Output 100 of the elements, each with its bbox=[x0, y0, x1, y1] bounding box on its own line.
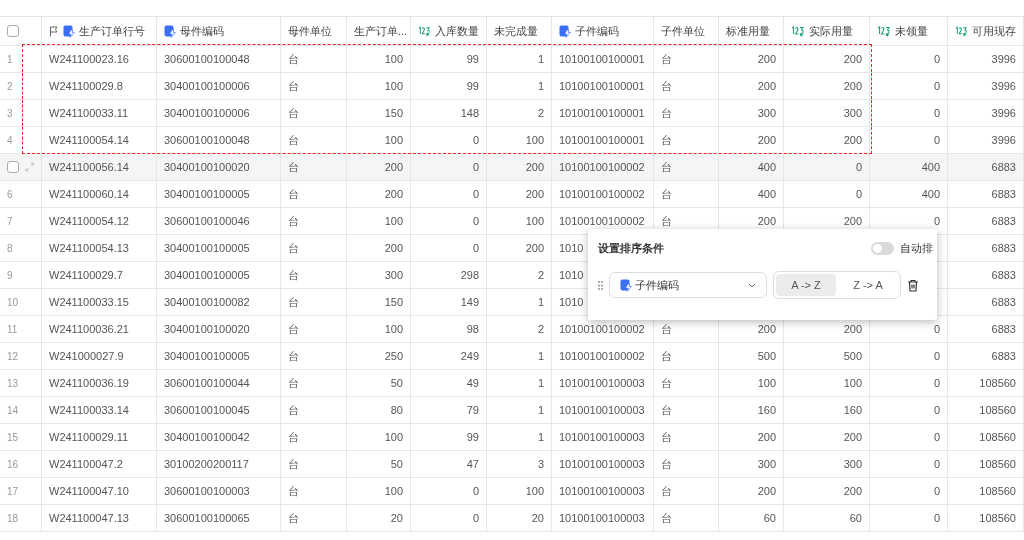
sort-field-select[interactable]: 子件编码 bbox=[609, 272, 767, 298]
table-row[interactable]: 13 W241100036.19 30600100100044 台 50 49 1 10100100100003 台 100 100 0 108560 bbox=[0, 370, 1024, 397]
delete-icon[interactable] bbox=[907, 278, 919, 292]
column-header[interactable]: 入库数量 bbox=[435, 23, 479, 39]
table-cell: 0 bbox=[855, 161, 862, 173]
table-cell: 60 bbox=[763, 512, 776, 524]
row-number: 7 bbox=[7, 215, 13, 227]
table-cell: 10100100100001 bbox=[559, 53, 645, 65]
auto-sort-switch[interactable] bbox=[871, 241, 894, 255]
table-row[interactable]: 11 W241100036.21 30400100100020 台 100 98 2 10100100100002 台 200 200 0 6883 bbox=[0, 316, 1024, 343]
column-header[interactable]: 可用现存 bbox=[972, 23, 1016, 39]
table-cell: 30600100100046 bbox=[164, 215, 250, 227]
column-header[interactable]: 子件编码 bbox=[575, 23, 619, 39]
panel-title: 设置排序条件 bbox=[598, 240, 664, 256]
table-cell: 99 bbox=[466, 53, 479, 65]
table-cell: 200 bbox=[757, 323, 776, 335]
column-header[interactable]: 未领量 bbox=[895, 23, 928, 39]
table-cell: 400 bbox=[921, 188, 940, 200]
table-cell: 300 bbox=[757, 107, 776, 119]
table-cell: 台 bbox=[661, 105, 672, 121]
table-cell: 100 bbox=[525, 215, 544, 227]
table-row[interactable]: 2 W241100029.8 30400100100006 台 100 99 1 10100100100001 台 200 200 0 3996 bbox=[0, 73, 1024, 100]
table-cell: 台 bbox=[288, 429, 299, 445]
table-cell: W241100054.14 bbox=[49, 134, 129, 146]
table-cell: 0 bbox=[472, 134, 479, 146]
table-cell: 50 bbox=[390, 458, 403, 470]
table-row[interactable]: 7 W241100054.12 30600100100046 台 100 0 100 10100100100002 台 200 200 0 6883 bbox=[0, 208, 1024, 235]
table-cell: 150 bbox=[384, 296, 403, 308]
number-field-icon bbox=[418, 25, 431, 37]
table-cell: 30600100100065 bbox=[164, 512, 250, 524]
row-checkbox[interactable] bbox=[7, 161, 19, 173]
table-cell: 150 bbox=[384, 107, 403, 119]
row-number: 6 bbox=[7, 188, 13, 200]
table-cell: 0 bbox=[472, 242, 479, 254]
table-row[interactable]: 6 W241100060.14 30400100100005 台 200 0 200 10100100100002 台 400 0 400 6883 bbox=[0, 181, 1024, 208]
table-row[interactable]: 17 W241100047.10 30600100100003 台 100 0 100 10100100100003 台 200 200 0 108560 bbox=[0, 478, 1024, 505]
table-cell: 30400100100005 bbox=[164, 188, 250, 200]
column-header[interactable]: 实际用量 bbox=[809, 23, 853, 39]
table-row[interactable]: 15 W241100029.11 30400100100042 台 100 99 1 10100100100003 台 200 200 0 108560 bbox=[0, 424, 1024, 451]
table-cell: 10100100100003 bbox=[559, 458, 645, 470]
table-cell: 30600100100045 bbox=[164, 404, 250, 416]
table-cell: 6883 bbox=[991, 215, 1016, 227]
drag-handle-icon[interactable] bbox=[598, 280, 603, 290]
table-cell: 300 bbox=[757, 458, 776, 470]
table-cell: 台 bbox=[288, 78, 299, 94]
table-cell: 0 bbox=[933, 377, 940, 389]
table-row[interactable]: 3 W241100033.11 30400100100006 台 150 148 2 10100100100001 台 300 300 0 3996 bbox=[0, 100, 1024, 127]
select-all-checkbox[interactable] bbox=[7, 25, 19, 37]
table-cell: 200 bbox=[757, 53, 776, 65]
column-header[interactable]: 生产订单行号 bbox=[79, 23, 145, 39]
table-cell: 台 bbox=[661, 78, 672, 94]
table-row[interactable]: 4 W241100054.14 30600100100048 台 100 0 100 10100100100001 台 200 200 0 3996 bbox=[0, 127, 1024, 154]
column-header[interactable]: 生产订单... bbox=[354, 23, 408, 39]
text-field-icon bbox=[559, 24, 571, 38]
column-header[interactable]: 母件单位 bbox=[288, 23, 332, 39]
table-cell: 台 bbox=[288, 348, 299, 364]
table-cell: 30400100100082 bbox=[164, 296, 250, 308]
table-row[interactable]: 18 W241100047.13 30600100100065 台 20 0 20 10100100100003 台 60 60 0 108560 bbox=[0, 505, 1024, 532]
table-cell: 0 bbox=[933, 350, 940, 362]
table-cell: 108560 bbox=[979, 377, 1016, 389]
number-field-icon bbox=[955, 25, 968, 37]
row-number: 8 bbox=[7, 242, 13, 254]
table-cell: 1 bbox=[537, 377, 544, 389]
table-cell: 500 bbox=[757, 350, 776, 362]
table-cell: 149 bbox=[460, 296, 479, 308]
expand-icon[interactable] bbox=[24, 162, 34, 172]
table-row[interactable]: 16 W241100047.2 30100200200117 台 50 47 3 10100100100003 台 300 300 0 108560 bbox=[0, 451, 1024, 478]
table-cell: 0 bbox=[472, 512, 479, 524]
table-row[interactable]: W241100056.14 30400100100020 台 200 0 200 10100100100002 台 400 0 400 6883 bbox=[0, 154, 1024, 181]
table-cell: 台 bbox=[661, 510, 672, 526]
table-cell: 1 bbox=[537, 80, 544, 92]
table-cell: W241100036.19 bbox=[49, 377, 129, 389]
table-cell: W241000027.9 bbox=[49, 350, 124, 362]
table-row[interactable]: 1 W241100023.16 30600100100048 台 100 99 1 10100100100001 台 200 200 0 3996 bbox=[0, 46, 1024, 73]
sort-direction-option[interactable]: A -> Z bbox=[776, 274, 836, 296]
column-header[interactable]: 标准用量 bbox=[726, 23, 770, 39]
table-cell: 100 bbox=[384, 431, 403, 443]
table-cell: 台 bbox=[288, 375, 299, 391]
table-cell: 6883 bbox=[991, 188, 1016, 200]
table-cell: 148 bbox=[460, 107, 479, 119]
table-cell: 台 bbox=[661, 348, 672, 364]
column-header[interactable]: 母件编码 bbox=[180, 23, 224, 39]
column-header[interactable]: 子件单位 bbox=[661, 23, 705, 39]
column-header[interactable]: 未完成量 bbox=[494, 23, 538, 39]
table-cell: 108560 bbox=[979, 485, 1016, 497]
row-number: 14 bbox=[7, 404, 19, 416]
table-cell: W241100060.14 bbox=[49, 188, 129, 200]
table-row[interactable]: 14 W241100033.14 30600100100045 台 80 79 1 10100100100003 台 160 160 0 108560 bbox=[0, 397, 1024, 424]
table-cell: 100 bbox=[384, 215, 403, 227]
table-cell: 100 bbox=[525, 134, 544, 146]
table-cell: 台 bbox=[661, 456, 672, 472]
table-cell: 0 bbox=[933, 431, 940, 443]
table-cell: 100 bbox=[384, 80, 403, 92]
table-cell: 台 bbox=[288, 186, 299, 202]
table-cell: 6883 bbox=[991, 161, 1016, 173]
table-cell: 台 bbox=[288, 402, 299, 418]
table-cell: 1 bbox=[537, 350, 544, 362]
table-cell: 台 bbox=[288, 159, 299, 175]
table-row[interactable]: 12 W241000027.9 30400100100005 台 250 249 1 10100100100002 台 500 500 0 6883 bbox=[0, 343, 1024, 370]
table-cell: 200 bbox=[843, 80, 862, 92]
